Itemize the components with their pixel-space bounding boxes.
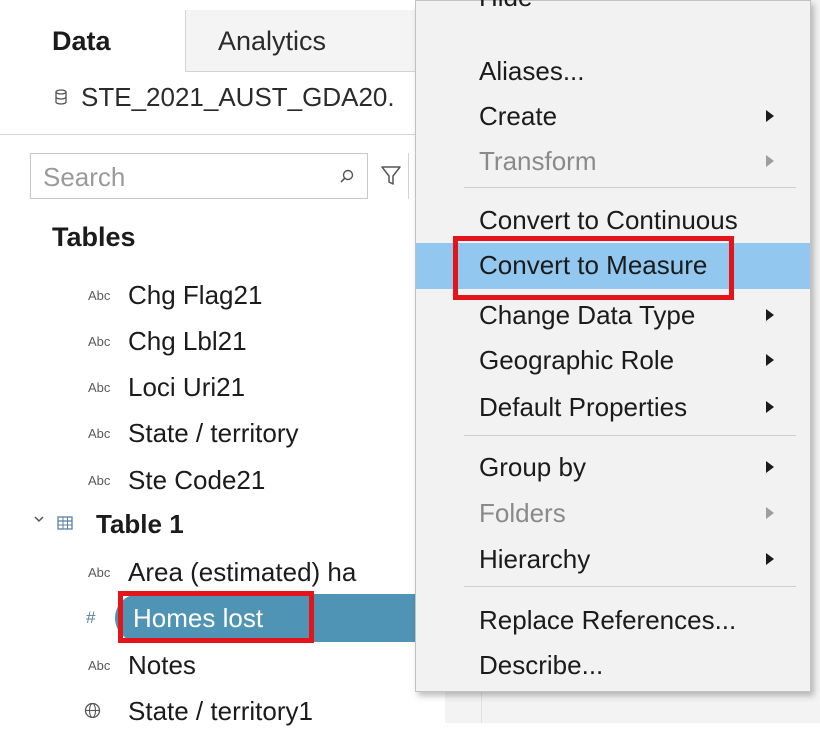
menu-item-label: Replace References... — [479, 605, 737, 635]
tab-analytics[interactable]: Analytics — [186, 10, 445, 72]
menu-item-hierarchy[interactable]: Hierarchy — [416, 537, 810, 581]
field-item[interactable]: Abc Loci Uri21 — [0, 367, 445, 407]
filter-icon[interactable] — [380, 164, 402, 188]
field-item[interactable]: Abc Notes — [0, 645, 445, 685]
field-item[interactable]: Abc Chg Lbl21 — [0, 321, 445, 361]
menu-item-aliases[interactable]: Aliases... — [416, 49, 810, 93]
table-name: Table 1 — [96, 509, 184, 539]
string-type-icon: Abc — [88, 426, 111, 441]
menu-separator — [464, 187, 796, 188]
field-item[interactable]: Abc State / territory — [0, 413, 445, 453]
number-type-icon: # — [86, 608, 96, 627]
data-pane: Data Analytics STE_2021_AUST_GDA20. Tabl… — [0, 0, 445, 726]
divider — [0, 134, 445, 135]
menu-item-label: Hierarchy — [479, 544, 591, 574]
menu-item-replace-references[interactable]: Replace References... — [416, 598, 810, 642]
menu-item-label: Folders — [479, 498, 566, 528]
field-item[interactable]: Abc Area (estimated) ha — [0, 552, 445, 592]
menu-item-transform: Transform — [416, 139, 810, 183]
string-type-icon: Abc — [88, 565, 111, 580]
datasource-item[interactable]: STE_2021_AUST_GDA20. — [55, 82, 395, 113]
field-name: Chg Flag21 — [128, 280, 263, 310]
search-box[interactable] — [30, 153, 368, 199]
menu-item-default-properties[interactable]: Default Properties — [416, 385, 810, 429]
context-menu: Hide Aliases... Create Transform Convert… — [415, 0, 811, 692]
field-item[interactable]: Abc Chg Flag21 — [0, 275, 445, 315]
search-icon[interactable] — [337, 167, 357, 187]
menu-item-label: Aliases... — [479, 56, 585, 86]
field-item[interactable]: State / territory1 — [0, 691, 445, 731]
field-name: State / territory — [128, 418, 299, 448]
field-name: State / territory1 — [128, 696, 313, 726]
submenu-arrow-icon — [766, 553, 774, 565]
string-type-icon: Abc — [88, 334, 111, 349]
submenu-arrow-icon — [766, 507, 774, 519]
field-name: Loci Uri21 — [128, 372, 246, 402]
field-name: Notes — [128, 650, 196, 680]
menu-item-hide[interactable]: Hide — [416, 0, 810, 19]
pane-tabs: Data Analytics — [0, 10, 445, 72]
field-name: Ste Code21 — [128, 465, 266, 495]
tab-data[interactable]: Data — [0, 10, 186, 72]
menu-item-geographic-role[interactable]: Geographic Role — [416, 338, 810, 382]
globe-icon — [84, 702, 101, 719]
submenu-arrow-icon — [766, 401, 774, 413]
menu-item-create[interactable]: Create — [416, 94, 810, 138]
menu-item-label: Create — [479, 101, 558, 131]
string-type-icon: Abc — [88, 288, 111, 303]
menu-item-folders: Folders — [416, 491, 810, 535]
tables-heading: Tables — [52, 222, 136, 252]
menu-item-group-by[interactable]: Group by — [416, 445, 810, 489]
toolbar-separator — [408, 153, 409, 199]
chevron-down-icon[interactable] — [32, 512, 46, 526]
datasource-name: STE_2021_AUST_GDA20. — [81, 82, 395, 112]
menu-separator — [464, 586, 796, 587]
string-type-icon: Abc — [88, 473, 111, 488]
menu-item-label: Change Data Type — [479, 300, 696, 330]
submenu-arrow-icon — [766, 155, 774, 167]
annotation-box — [453, 236, 734, 300]
submenu-arrow-icon — [766, 354, 774, 366]
submenu-arrow-icon — [766, 461, 774, 473]
field-name: Chg Lbl21 — [128, 326, 247, 356]
menu-item-label: Describe... — [479, 650, 604, 680]
field-item[interactable]: Abc Ste Code21 — [0, 460, 445, 500]
menu-item-label: Group by — [479, 452, 586, 482]
menu-separator — [464, 435, 796, 436]
annotation-box — [118, 591, 314, 643]
string-type-icon: Abc — [88, 658, 111, 673]
menu-item-label: Transform — [479, 146, 597, 176]
table-folder[interactable]: Table 1 — [0, 504, 445, 544]
submenu-arrow-icon — [766, 110, 774, 122]
menu-item-describe[interactable]: Describe... — [416, 643, 810, 687]
menu-item-label: Geographic Role — [479, 345, 675, 375]
menu-item-label: Hide — [479, 0, 532, 19]
search-input[interactable] — [41, 160, 295, 194]
menu-item-label: Default Properties — [479, 392, 688, 422]
submenu-arrow-icon — [766, 309, 774, 321]
menu-item-change-data-type[interactable]: Change Data Type — [416, 293, 810, 337]
string-type-icon: Abc — [88, 380, 111, 395]
database-icon — [55, 89, 67, 105]
field-name: Area (estimated) ha — [128, 557, 357, 587]
table-icon — [57, 516, 73, 530]
